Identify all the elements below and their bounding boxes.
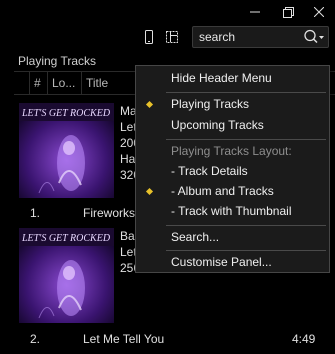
close-button[interactable] [303,0,335,24]
checked-dot-icon [145,187,154,196]
album-art: LET'S GET ROCKED [19,228,114,323]
search-box [192,26,329,48]
minimize-button[interactable] [239,0,271,24]
menu-separator [166,92,326,93]
menu-separator [166,139,326,140]
panel-title[interactable]: Playing Tracks [18,54,96,68]
menu-item-playing-tracks[interactable]: Playing Tracks [136,94,329,115]
track-title: Fireworks [83,206,136,220]
menu-separator [166,250,326,251]
dropdown-arrow-icon [319,36,324,39]
search-icon [304,29,324,44]
album-cover-image: LET'S GET ROCKED [19,103,114,198]
menu-separator [166,225,326,226]
menu-item-search[interactable]: Search... [136,227,329,248]
checked-dot-icon [145,100,154,109]
menu-item-track-details[interactable]: - Track Details [136,161,329,182]
album-art-lettering: LET'S GET ROCKED [21,233,111,244]
title-bar [0,0,335,24]
close-icon [314,7,324,17]
panel-layout-icon[interactable] [164,29,180,45]
track-number: 1. [30,206,41,220]
menu-item-album-and-tracks[interactable]: - Album and Tracks [136,181,329,202]
phone-icon[interactable] [141,29,157,45]
maximize-button[interactable] [272,0,304,24]
menu-item-upcoming-tracks[interactable]: Upcoming Tracks [136,115,329,136]
track-title: Let Me Tell You [83,332,165,346]
album-cover-image: LET'S GET ROCKED [19,228,114,323]
track-row[interactable]: 2. Let Me Tell You 4:49 [14,329,335,349]
album-art-lettering: LET'S GET ROCKED [21,108,111,119]
search-button[interactable] [302,28,326,46]
menu-heading-layout: Playing Tracks Layout: [171,144,292,158]
menu-item-hide-header[interactable]: Hide Header Menu [136,68,329,89]
search-input[interactable] [193,27,301,47]
column-header-location[interactable]: Lo... [48,72,82,94]
header-context-menu: Hide Header Menu Playing Tracks Upcoming… [135,65,330,273]
menu-item-track-with-thumbnail[interactable]: - Track with Thumbnail [136,201,329,222]
track-number: 2. [30,332,41,346]
column-header-number[interactable]: # [30,72,48,94]
minimize-icon [250,11,260,13]
menu-item-customise-panel[interactable]: Customise Panel... [136,252,329,273]
album-art: LET'S GET ROCKED [19,103,114,198]
restore-icon [282,6,294,18]
track-duration: 4:49 [292,332,316,346]
